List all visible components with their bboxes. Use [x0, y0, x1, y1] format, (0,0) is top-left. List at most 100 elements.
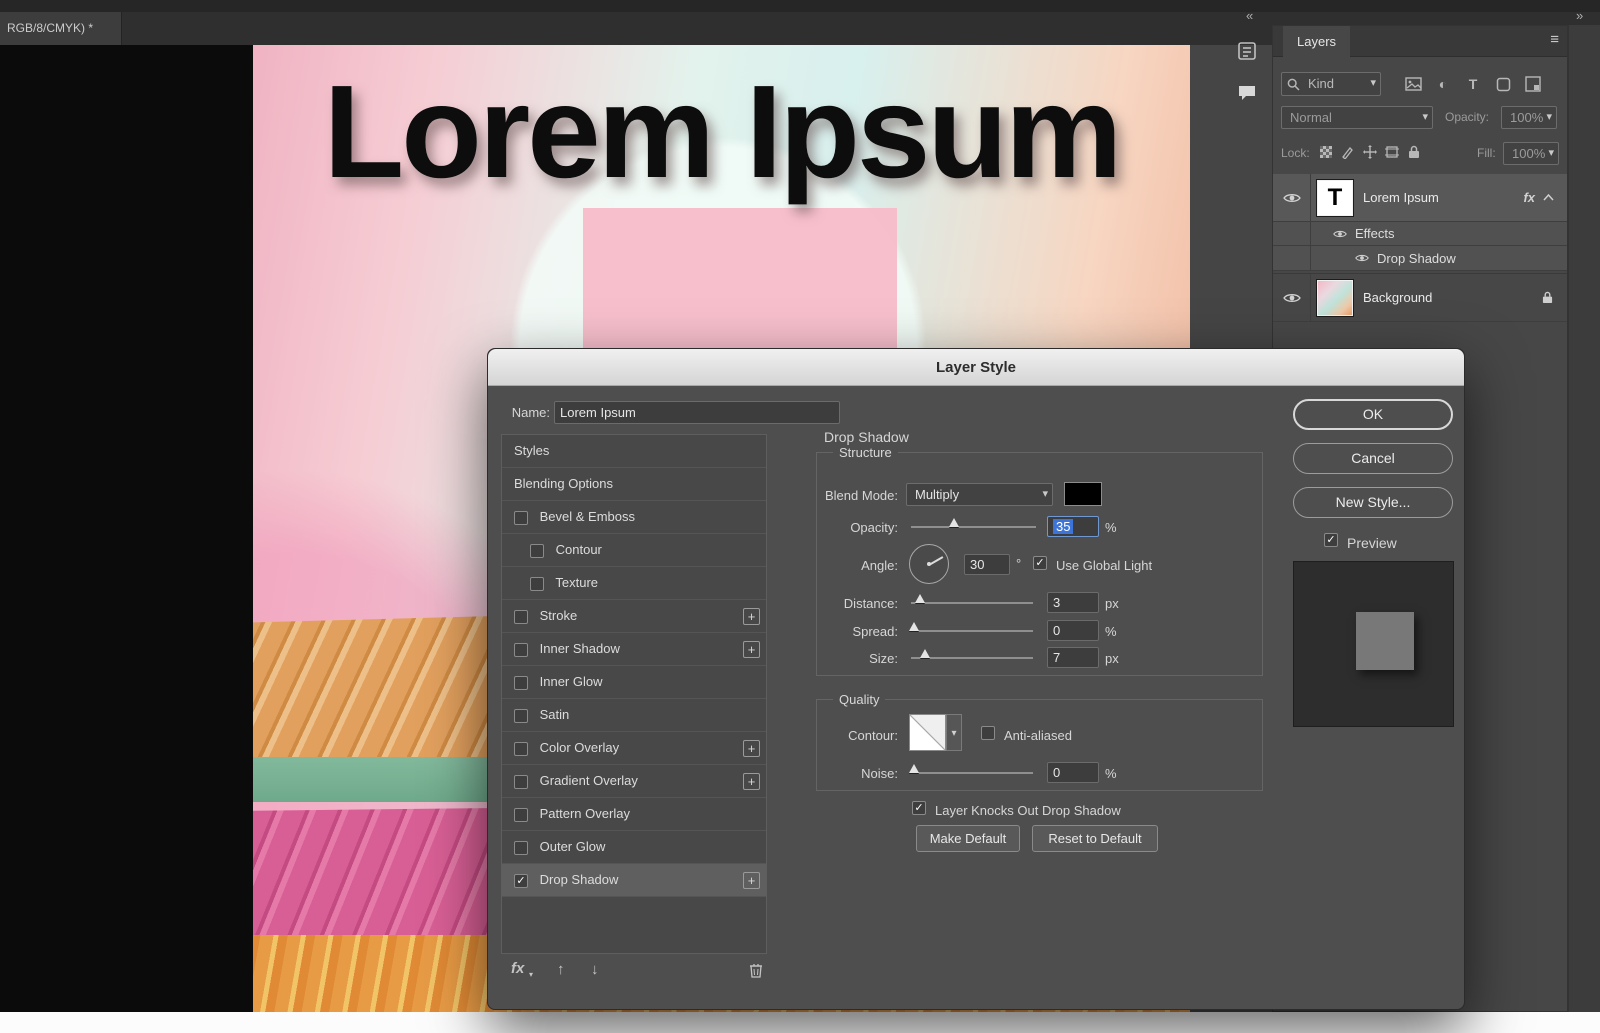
- preview-checkbox[interactable]: ✓: [1324, 533, 1338, 547]
- background-layer-thumbnail[interactable]: [1317, 279, 1353, 316]
- color-overlay-checkbox[interactable]: [514, 741, 528, 756]
- style-row-bevel-emboss[interactable]: Bevel & Emboss: [502, 501, 766, 534]
- make-default-button[interactable]: Make Default: [916, 825, 1020, 852]
- visibility-toggle[interactable]: [1333, 229, 1347, 239]
- layer-knockout-checkbox[interactable]: ✓: [912, 801, 926, 815]
- style-row-satin[interactable]: Satin: [502, 699, 766, 732]
- style-row-drop-shadow[interactable]: ✓ Drop Shadow +: [502, 864, 766, 897]
- style-row-gradient-overlay[interactable]: Gradient Overlay +: [502, 765, 766, 798]
- noise-slider[interactable]: [909, 764, 1033, 774]
- noise-input[interactable]: 0: [1047, 762, 1099, 783]
- move-effect-down-button[interactable]: ↓: [591, 961, 599, 978]
- anti-aliased-checkbox[interactable]: [981, 726, 995, 740]
- opacity-label: Opacity:: [850, 520, 898, 535]
- drop-shadow-checkbox[interactable]: ✓: [514, 873, 528, 888]
- style-row-inner-shadow[interactable]: Inner Shadow +: [502, 633, 766, 666]
- opacity-slider[interactable]: [911, 518, 1036, 528]
- bevel-emboss-checkbox[interactable]: [514, 510, 528, 525]
- outer-glow-checkbox[interactable]: [514, 840, 528, 855]
- gradient-overlay-checkbox[interactable]: [514, 774, 528, 789]
- layer-row-background[interactable]: Background: [1273, 274, 1567, 322]
- style-row-pattern-overlay[interactable]: Pattern Overlay: [502, 798, 766, 831]
- filter-type-layers-icon[interactable]: T: [1461, 72, 1485, 96]
- text-layer-thumbnail[interactable]: T: [1317, 179, 1353, 216]
- add-color-overlay-button[interactable]: +: [743, 740, 760, 757]
- style-row-label: Inner Glow: [539, 674, 603, 689]
- move-effect-up-button[interactable]: ↑: [557, 961, 565, 978]
- layer-fx-badge[interactable]: fx: [1523, 190, 1535, 205]
- stroke-checkbox[interactable]: [514, 609, 528, 624]
- style-row-contour[interactable]: Contour: [502, 534, 766, 567]
- filter-smart-objects-icon[interactable]: [1521, 72, 1545, 96]
- filter-adjustment-layers-icon[interactable]: ◐: [1431, 72, 1455, 96]
- contour-checkbox[interactable]: [530, 543, 544, 558]
- lock-all-icon[interactable]: [1405, 142, 1423, 162]
- use-global-light-checkbox[interactable]: ✓: [1033, 556, 1047, 570]
- shadow-color-swatch[interactable]: [1064, 482, 1102, 506]
- style-row-inner-glow[interactable]: Inner Glow: [502, 666, 766, 699]
- collapse-dock-icon[interactable]: «: [1246, 8, 1253, 23]
- panel-menu-icon[interactable]: ≡: [1550, 31, 1559, 48]
- style-row-outer-glow[interactable]: Outer Glow: [502, 831, 766, 864]
- layer-row-effects[interactable]: Effects: [1273, 222, 1567, 246]
- chevron-down-icon: ▾: [1370, 77, 1376, 89]
- layer-name[interactable]: Background: [1363, 290, 1432, 305]
- visibility-toggle[interactable]: [1273, 174, 1311, 221]
- blend-mode-select[interactable]: Multiply ▾: [906, 483, 1053, 506]
- filter-shape-layers-icon[interactable]: [1491, 72, 1515, 96]
- texture-checkbox[interactable]: [530, 576, 544, 591]
- style-row-color-overlay[interactable]: Color Overlay +: [502, 732, 766, 765]
- lock-artboard-icon[interactable]: [1383, 142, 1401, 162]
- expand-dock-icon[interactable]: »: [1576, 8, 1583, 23]
- filter-pixel-layers-icon[interactable]: [1401, 72, 1425, 96]
- delete-effect-button[interactable]: [749, 962, 763, 978]
- angle-dial[interactable]: [909, 544, 949, 584]
- inner-glow-checkbox[interactable]: [514, 675, 528, 690]
- inner-shadow-checkbox[interactable]: [514, 642, 528, 657]
- blend-mode-select[interactable]: Normal ▾: [1281, 106, 1433, 129]
- size-slider[interactable]: [911, 649, 1033, 659]
- pattern-overlay-checkbox[interactable]: [514, 807, 528, 822]
- spread-slider[interactable]: [909, 622, 1033, 632]
- layer-filter-kind-select[interactable]: Kind ▾: [1281, 72, 1381, 96]
- angle-input[interactable]: 30: [964, 554, 1010, 575]
- style-row-texture[interactable]: Texture: [502, 567, 766, 600]
- properties-panel-icon[interactable]: [1232, 36, 1262, 66]
- ok-button[interactable]: OK: [1293, 399, 1453, 430]
- comments-panel-icon[interactable]: [1232, 78, 1262, 108]
- layer-fill-field[interactable]: 100% ▾: [1503, 142, 1559, 165]
- add-stroke-button[interactable]: +: [743, 608, 760, 625]
- contour-picker[interactable]: [909, 714, 946, 751]
- reset-default-button[interactable]: Reset to Default: [1032, 825, 1158, 852]
- lock-transparent-pixels-icon[interactable]: [1317, 142, 1335, 162]
- distance-slider[interactable]: [911, 594, 1033, 604]
- distance-input[interactable]: 3: [1047, 592, 1099, 613]
- visibility-toggle[interactable]: [1355, 253, 1369, 263]
- opacity-input[interactable]: 35: [1047, 516, 1099, 537]
- spread-input[interactable]: 0: [1047, 620, 1099, 641]
- collapse-effects-chevron-icon[interactable]: [1543, 194, 1557, 201]
- visibility-toggle[interactable]: [1273, 274, 1311, 321]
- size-input[interactable]: 7: [1047, 647, 1099, 668]
- cancel-button[interactable]: Cancel: [1293, 443, 1453, 474]
- layer-row-lorem-ipsum[interactable]: T Lorem Ipsum fx: [1273, 174, 1567, 222]
- fx-menu-button[interactable]: fx: [511, 960, 524, 977]
- dialog-titlebar[interactable]: Layer Style: [488, 349, 1464, 386]
- document-tab[interactable]: RGB/8/CMYK) *: [0, 12, 122, 45]
- layer-row-drop-shadow-effect[interactable]: Drop Shadow: [1273, 246, 1567, 271]
- satin-checkbox[interactable]: [514, 708, 528, 723]
- style-row-styles[interactable]: Styles: [502, 435, 766, 468]
- lock-position-icon[interactable]: [1361, 142, 1379, 162]
- lock-image-pixels-icon[interactable]: [1339, 142, 1357, 162]
- style-row-stroke[interactable]: Stroke +: [502, 600, 766, 633]
- tab-layers[interactable]: Layers: [1283, 26, 1351, 57]
- new-style-button[interactable]: New Style...: [1293, 487, 1453, 518]
- layer-name[interactable]: Lorem Ipsum: [1363, 190, 1439, 205]
- add-drop-shadow-button[interactable]: +: [743, 872, 760, 889]
- add-inner-shadow-button[interactable]: +: [743, 641, 760, 658]
- contour-dropdown-button[interactable]: ▾: [946, 714, 962, 751]
- name-input[interactable]: Lorem Ipsum: [554, 401, 840, 424]
- layer-opacity-field[interactable]: 100% ▾: [1501, 106, 1557, 129]
- add-gradient-overlay-button[interactable]: +: [743, 773, 760, 790]
- style-row-blending-options[interactable]: Blending Options: [502, 468, 766, 501]
